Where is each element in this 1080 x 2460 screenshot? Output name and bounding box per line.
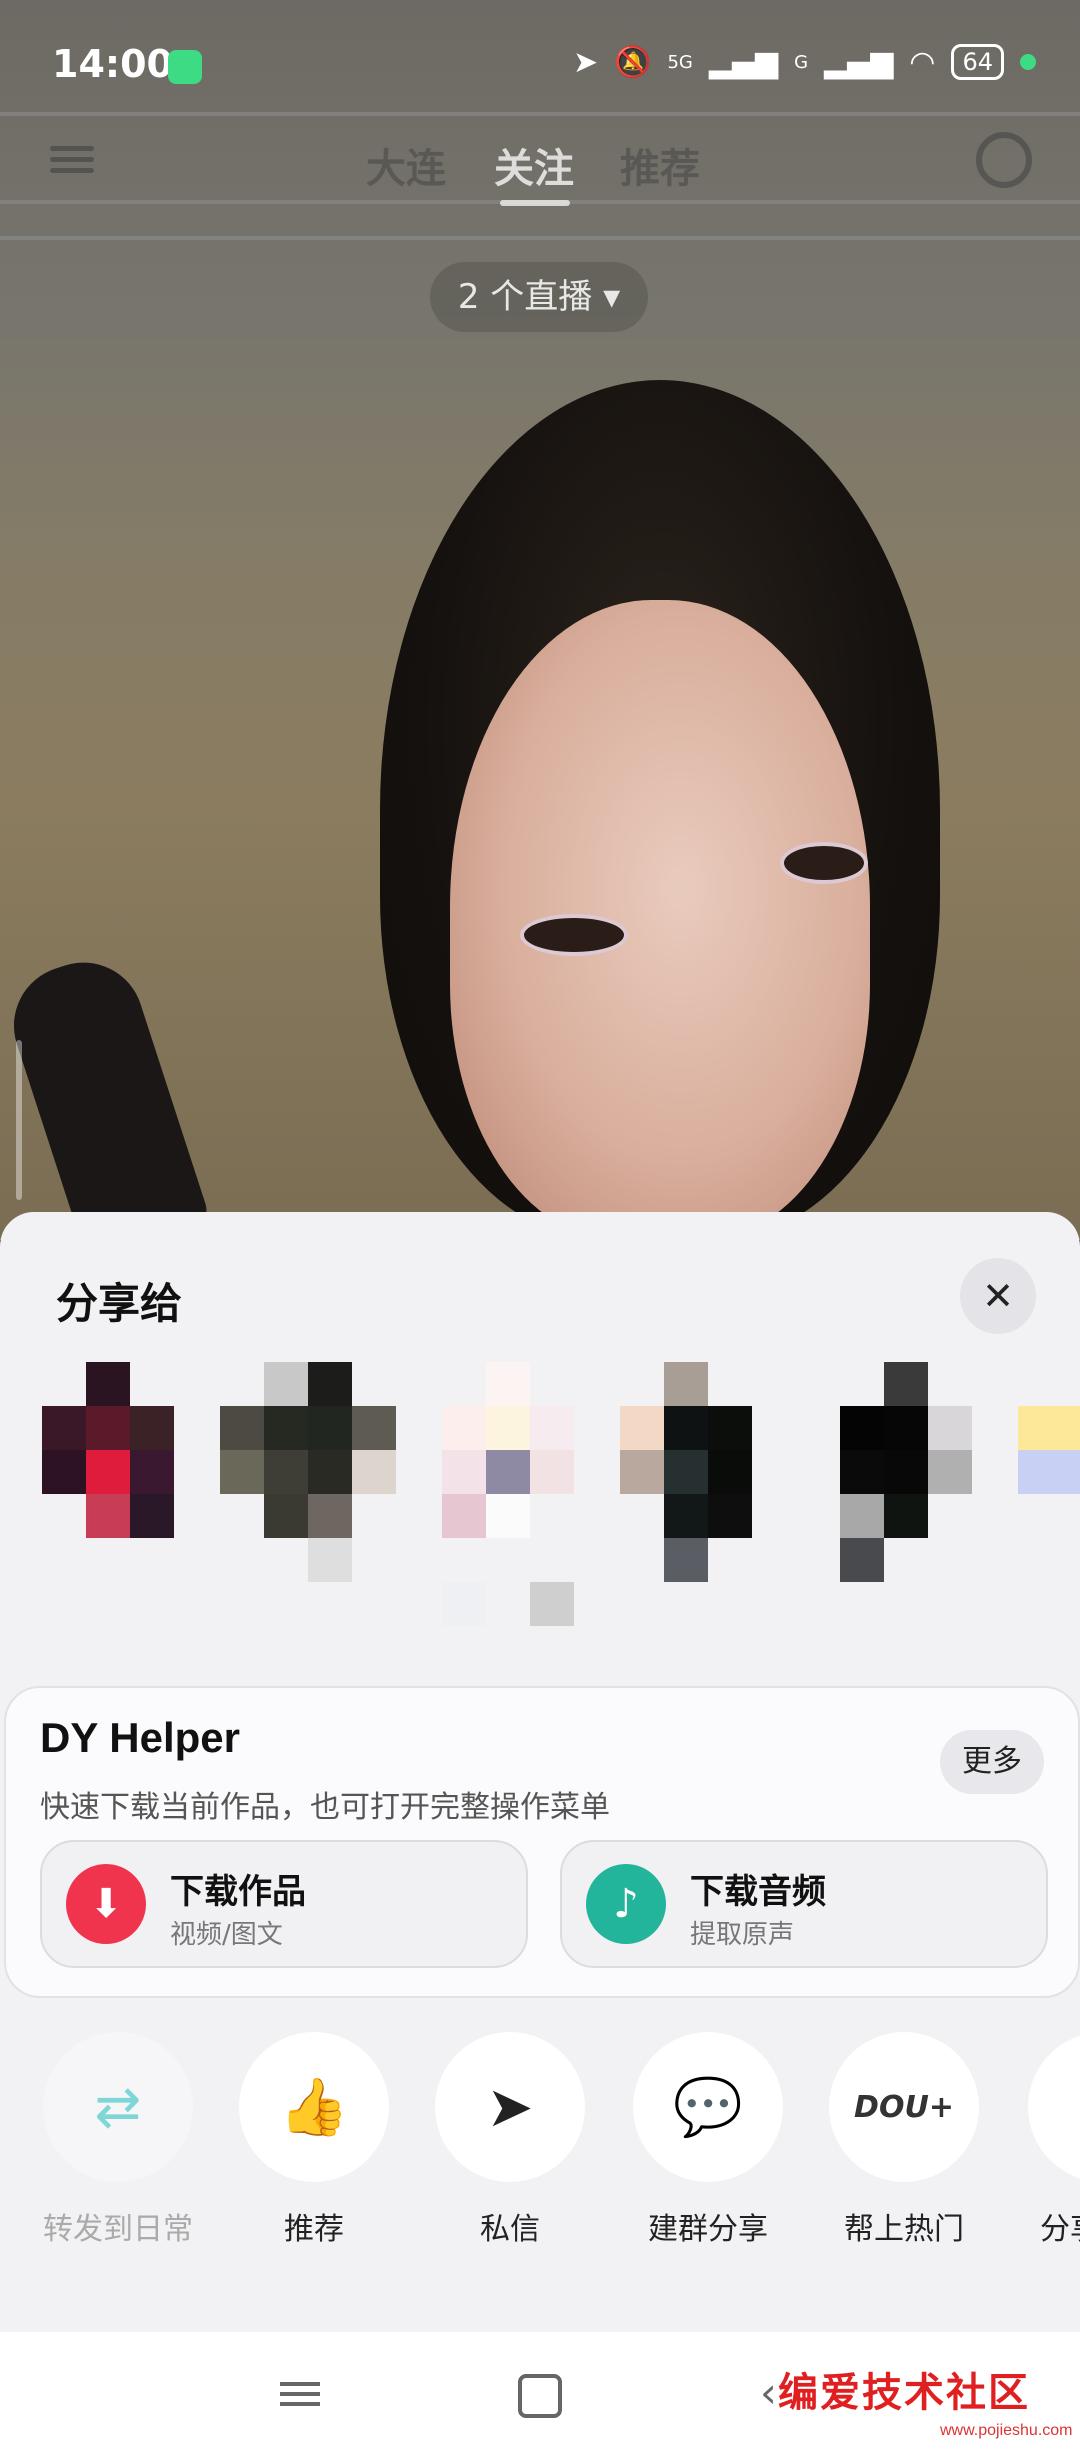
signal-icon: ▂▄▆: [708, 44, 779, 80]
share-label: 私信: [480, 2212, 540, 2247]
helper-subtitle: 快速下载当前作品，也可打开完整操作菜单: [40, 1790, 610, 1825]
share-label: 分享: [1040, 2212, 1080, 2247]
chat-group-icon: 💬: [633, 2032, 783, 2182]
tab-recommend[interactable]: 推荐: [620, 136, 700, 194]
share-more[interactable]: ● 分享: [1020, 2032, 1080, 2248]
download-audio-title: 下载音频: [690, 1872, 826, 1912]
live-count-pill[interactable]: 2 个直播 ▾: [430, 262, 648, 332]
contact-avatar[interactable]: [220, 1362, 396, 1582]
status-time: 14:00: [52, 42, 173, 86]
contact-avatar[interactable]: [840, 1362, 972, 1582]
search-icon[interactable]: [976, 132, 1032, 188]
share-dou-plus[interactable]: DOU+ 帮上热门: [824, 2032, 984, 2248]
contact-avatar[interactable]: [620, 1362, 752, 1582]
contact-avatar[interactable]: [1018, 1362, 1080, 1538]
repost-icon: ⇄: [43, 2032, 193, 2182]
mute-bell-icon: 🔕: [614, 44, 652, 80]
system-icons: ➤ 🔕 5G ▂▄▆ G ▂▄▆ ◠ 64: [573, 44, 1036, 80]
download-work-subtitle: 视频/图文: [170, 1920, 283, 1950]
active-tab-underline: [500, 200, 570, 206]
battery-indicator: 64: [951, 44, 1004, 80]
download-icon: ⬇: [66, 1864, 146, 1944]
download-audio-button[interactable]: ♪ 下载音频 提取原声: [560, 1840, 1048, 1968]
privacy-indicator-dot: [1020, 54, 1036, 70]
android-icon: [168, 50, 202, 84]
wall-stripe: [0, 236, 1080, 240]
back-icon[interactable]: ‹: [760, 2368, 777, 2417]
recents-icon[interactable]: [280, 2376, 320, 2412]
share-label: 转发到日常: [43, 2212, 193, 2247]
tab-city[interactable]: 大连: [366, 136, 446, 194]
home-icon[interactable]: [518, 2374, 562, 2418]
watermark-url: www.pojieshu.com: [940, 2422, 1073, 2439]
sheet-title: 分享给: [56, 1279, 183, 1328]
tab-following[interactable]: 关注: [494, 136, 574, 194]
menu-icon[interactable]: [50, 140, 94, 180]
share-targets-row: ⇄ 转发到日常 👍 推荐 ➤ 私信 💬 建群分享 DOU+ 帮上热门 ● 分享: [0, 2032, 1080, 2247]
helper-title: DY Helper: [40, 1714, 240, 1761]
thumbs-up-icon: 👍: [239, 2032, 389, 2182]
share-label: 帮上热门: [844, 2212, 964, 2247]
close-button[interactable]: ✕: [960, 1258, 1036, 1334]
share-recommend[interactable]: 👍 推荐: [234, 2032, 394, 2248]
share-icon: ●: [1028, 2032, 1080, 2182]
signal-icon: ▂▄▆: [824, 44, 894, 80]
video-subject-face: [450, 600, 870, 1240]
share-group[interactable]: 💬 建群分享: [628, 2032, 788, 2248]
share-repost[interactable]: ⇄ 转发到日常: [38, 2032, 198, 2248]
music-note-icon: ♪: [586, 1864, 666, 1944]
watermark-text: 编爱技术社区: [778, 2369, 1030, 2416]
contact-avatar[interactable]: [442, 1362, 574, 1626]
contact-avatar[interactable]: [42, 1362, 174, 1538]
network-label-1: 5G: [667, 51, 693, 73]
close-icon: ✕: [982, 1274, 1014, 1318]
send-icon: ➤: [435, 2032, 585, 2182]
download-audio-subtitle: 提取原声: [690, 1920, 795, 1950]
share-label: 建群分享: [648, 2212, 768, 2247]
status-bar: 14:00 ➤ 🔕 5G ▂▄▆ G ▂▄▆ ◠ 64: [0, 0, 1080, 140]
scroll-indicator: [16, 1040, 22, 1200]
download-work-button[interactable]: ⬇ 下载作品 视频/图文: [40, 1840, 528, 1968]
dy-helper-card: DY Helper 快速下载当前作品，也可打开完整操作菜单 更多 ⬇ 下载作品 …: [4, 1686, 1080, 1998]
contact-list[interactable]: [0, 1362, 1080, 1632]
location-icon: ➤: [572, 44, 599, 80]
wifi-icon: ◠: [909, 44, 936, 80]
share-label: 推荐: [284, 2212, 344, 2247]
video-subject-eye: [780, 842, 868, 884]
dou-plus-icon: DOU+: [829, 2032, 979, 2182]
download-work-title: 下载作品: [170, 1872, 306, 1912]
more-button[interactable]: 更多: [940, 1730, 1044, 1794]
video-subject-eye: [520, 914, 628, 956]
share-direct-message[interactable]: ➤ 私信: [430, 2032, 590, 2248]
network-label-2: G: [794, 51, 809, 73]
